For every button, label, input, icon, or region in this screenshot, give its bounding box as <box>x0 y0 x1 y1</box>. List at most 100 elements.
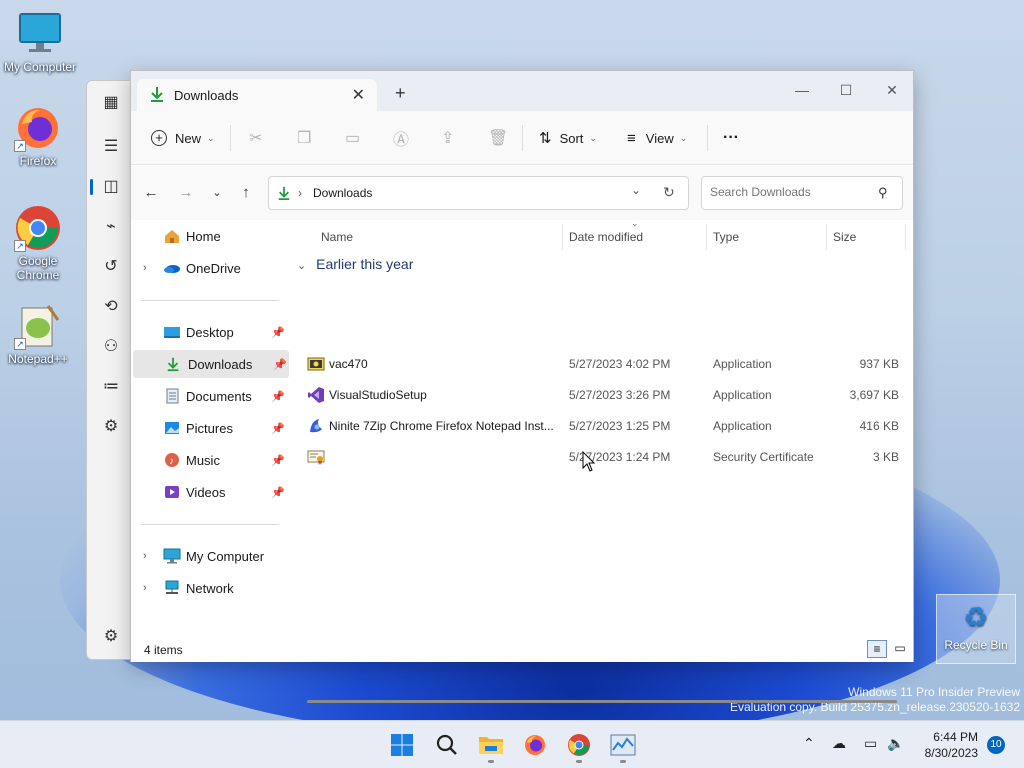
image-icon[interactable]: ▦ <box>101 93 121 113</box>
nav-onedrive[interactable]: › OneDrive <box>131 254 287 282</box>
volume-icon[interactable]: 🔈 <box>887 735 904 752</box>
chevron-right-icon[interactable]: › <box>143 582 147 594</box>
sort-icon: ⇅ <box>539 130 552 147</box>
history-icon[interactable]: ↺ <box>101 257 121 277</box>
start-button[interactable] <box>386 729 418 761</box>
refresh-icon[interactable]: ↻ <box>663 184 675 201</box>
up-button[interactable]: ↑ <box>234 182 258 204</box>
pin-icon[interactable]: 📌 <box>271 486 285 499</box>
file-row[interactable]: 5/27/2023 1:24 PM Security Certificate 3… <box>305 443 905 471</box>
desktop-icon-recycle-bin[interactable]: ♻ Recycle Bin <box>936 594 1016 664</box>
pin-icon[interactable]: 📌 <box>273 358 287 371</box>
horizontal-scrollbar[interactable] <box>307 700 897 703</box>
close-button[interactable]: ✕ <box>869 77 915 103</box>
search-input[interactable] <box>710 185 870 199</box>
details-view-icon[interactable]: ≡ <box>867 640 887 658</box>
nav-music[interactable]: ♪ Music 📌 <box>131 446 287 474</box>
task-manager-taskbar-button[interactable] <box>607 729 639 761</box>
nav-divider <box>141 300 279 301</box>
visual-studio-icon <box>307 386 325 404</box>
chevron-right-icon[interactable]: › <box>143 262 147 274</box>
nav-downloads[interactable]: Downloads 📌 <box>133 350 289 378</box>
delete-icon[interactable]: 🗑 <box>488 123 508 153</box>
sort-button[interactable]: ⇅ Sort ⌄ <box>539 123 597 153</box>
cloud-offline-icon[interactable]: ☁ <box>832 735 846 752</box>
desktop-icon-my-computer[interactable]: My Computer <box>0 10 80 74</box>
tab-downloads[interactable]: Downloads ✕ <box>137 79 377 111</box>
title-bar[interactable]: Downloads ✕ + — ☐ ✕ <box>131 71 913 111</box>
column-header-name[interactable]: Name <box>321 226 353 248</box>
chevron-up-icon[interactable]: ⌃ <box>803 735 815 752</box>
column-header-date[interactable]: Date modified <box>569 226 643 248</box>
file-row[interactable]: VisualStudioSetup 5/27/2023 3:26 PM Appl… <box>305 381 905 409</box>
menu-icon[interactable]: ☰ <box>101 137 121 157</box>
nav-desktop[interactable]: Desktop 📌 <box>131 318 287 346</box>
firefox-taskbar-button[interactable] <box>519 729 551 761</box>
details-icon[interactable]: ≔ <box>101 377 121 397</box>
nav-network[interactable]: › Network <box>131 574 287 602</box>
file-row[interactable]: vac470 5/27/2023 4:02 PM Application 937… <box>305 350 905 378</box>
desktop-icon-chrome[interactable]: ↗ Google Chrome <box>0 204 78 282</box>
network-status-icon[interactable]: ▭ <box>864 735 877 752</box>
chevron-right-icon[interactable]: › <box>143 550 147 562</box>
column-header-size[interactable]: Size <box>833 226 856 248</box>
chrome-taskbar-button[interactable] <box>563 729 595 761</box>
running-indicator <box>620 760 626 763</box>
file-row[interactable]: Ninite 7Zip Chrome Firefox Notepad Inst.… <box>305 412 905 440</box>
nav-videos[interactable]: Videos 📌 <box>131 478 287 506</box>
pin-icon[interactable]: 📌 <box>271 454 285 467</box>
pictures-icon <box>163 420 181 436</box>
breadcrumb-downloads[interactable]: Downloads <box>313 186 372 200</box>
settings-icon[interactable]: ⚙ <box>101 627 121 647</box>
search-icon[interactable]: ⚲ <box>878 185 888 201</box>
column-header-type[interactable]: Type <box>713 226 739 248</box>
tab-close-icon[interactable]: ✕ <box>352 85 365 105</box>
file-name: vac470 <box>329 357 368 371</box>
activity-icon[interactable]: ⌁ <box>101 217 121 237</box>
address-bar[interactable]: › Downloads ⌄ ↻ <box>268 176 689 210</box>
rename-icon[interactable]: Ⓐ <box>393 123 409 153</box>
nav-divider <box>141 524 279 525</box>
copy-icon[interactable]: ❐ <box>297 123 311 153</box>
paste-icon[interactable]: ▭ <box>345 123 360 153</box>
new-button[interactable]: + New ⌄ <box>151 123 215 153</box>
dashboard-icon[interactable]: ◫ <box>101 177 121 197</box>
share-icon[interactable]: ⇪ <box>441 123 454 153</box>
file-explorer-taskbar-button[interactable] <box>475 729 507 761</box>
ninite-icon <box>307 417 325 435</box>
pin-icon[interactable]: 📌 <box>271 326 285 339</box>
group-header[interactable]: ⌄ Earlier this year <box>297 256 413 272</box>
sort-button-label: Sort <box>559 130 584 146</box>
pin-icon[interactable]: 📌 <box>271 390 285 403</box>
pin-icon[interactable]: 📌 <box>271 422 285 435</box>
desktop-icon-notepadpp[interactable]: ↗ Notepad++ <box>0 302 78 366</box>
nav-documents[interactable]: Documents 📌 <box>131 382 287 410</box>
search-taskbar-button[interactable] <box>431 729 463 761</box>
desktop-icon-label: Recycle Bin <box>944 638 1008 652</box>
users-icon[interactable]: ⚇ <box>101 337 121 357</box>
clock[interactable]: 6:44 PM 8/30/2023 <box>910 729 978 761</box>
search-box[interactable]: ⚲ <box>701 176 903 210</box>
services-icon[interactable]: ⚙ <box>101 417 121 437</box>
nav-home[interactable]: Home <box>131 222 287 250</box>
nav-label: Documents <box>186 388 252 404</box>
performance-icon[interactable]: ⟲ <box>101 297 121 317</box>
new-tab-button[interactable]: + <box>395 83 406 104</box>
address-dropdown-icon[interactable]: ⌄ <box>631 183 641 197</box>
desktop-icon-firefox[interactable]: ↗ Firefox <box>0 104 78 168</box>
nav-my-computer[interactable]: › My Computer <box>131 542 287 570</box>
minimize-button[interactable]: — <box>779 77 825 103</box>
view-button[interactable]: ≡ View ⌄ <box>627 123 687 153</box>
more-options-button[interactable]: ··· <box>723 123 739 153</box>
back-button[interactable]: ← <box>139 182 163 204</box>
nav-pictures[interactable]: Pictures 📌 <box>131 414 287 442</box>
recent-locations-button[interactable]: ⌄ <box>205 182 229 204</box>
search-icon <box>436 734 457 755</box>
file-explorer-window[interactable]: Downloads ✕ + — ☐ ✕ + New ⌄ ✂ ❐ ▭ Ⓐ ⇪ 🗑 … <box>130 70 914 703</box>
tiles-view-icon[interactable]: ▭ <box>891 640 909 658</box>
notification-badge[interactable]: 10 <box>987 736 1005 754</box>
cut-icon[interactable]: ✂ <box>249 123 262 153</box>
file-size: 416 KB <box>859 419 899 433</box>
maximize-button[interactable]: ☐ <box>823 77 869 103</box>
forward-button[interactable]: → <box>174 182 198 204</box>
